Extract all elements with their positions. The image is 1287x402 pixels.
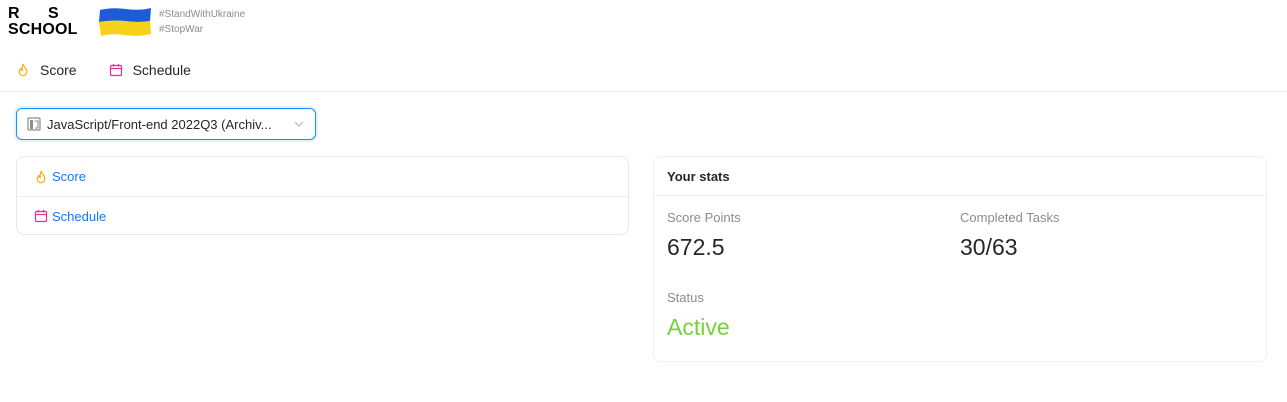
app-header: R S SCHOOL #StandWithUkraine #StopWar Sc…	[0, 0, 1287, 92]
stat-score-points: Score Points 672.5	[667, 210, 741, 261]
nav-label-schedule: Schedule	[132, 62, 191, 78]
course-select[interactable]: JavaScript/Front-end 2022Q3 (Archiv...	[16, 108, 316, 140]
stats-card-title: Your stats	[654, 157, 1266, 196]
stat-completed-tasks: Completed Tasks 30/63	[960, 210, 1059, 261]
logo-school-text: SCHOOL	[8, 21, 78, 38]
tag-standwithukraine: #StandWithUkraine	[159, 9, 246, 20]
link-schedule[interactable]: Schedule	[17, 196, 628, 235]
calendar-icon	[109, 64, 122, 77]
stat-label: Status	[667, 290, 704, 305]
stat-label: Score Points	[667, 210, 741, 225]
logo-letter-s: S	[48, 5, 60, 22]
tag-stopwar: #StopWar	[159, 24, 204, 35]
chevron-down-icon	[294, 121, 304, 127]
course-select-value: JavaScript/Front-end 2022Q3 (Archiv...	[47, 116, 272, 132]
fire-icon	[36, 170, 46, 183]
link-label-schedule: Schedule	[52, 208, 107, 224]
github-icon	[27, 117, 41, 131]
ukraine-flag-icon	[99, 8, 151, 36]
nav-item-schedule[interactable]: Schedule	[109, 62, 191, 78]
logo-letter-r: R	[8, 5, 21, 22]
rs-school-logo[interactable]: R S SCHOOL	[8, 5, 92, 39]
status-badge: Active	[667, 314, 730, 340]
top-nav: Score Schedule	[0, 56, 207, 84]
course-links-list: Score Schedule	[16, 156, 629, 235]
fire-icon	[18, 63, 28, 77]
stat-value: 30/63	[960, 234, 1018, 260]
hashtags: #StandWithUkraine #StopWar	[159, 7, 245, 37]
stats-card: Your stats Score Points 672.5 Completed …	[653, 156, 1267, 362]
calendar-icon	[34, 210, 48, 223]
stat-status: Status Active	[667, 290, 730, 341]
nav-item-score[interactable]: Score	[16, 62, 77, 78]
link-score[interactable]: Score	[17, 157, 628, 196]
link-label-score: Score	[52, 169, 86, 184]
stat-label: Completed Tasks	[960, 210, 1060, 225]
nav-label-score: Score	[40, 62, 77, 78]
stat-value: 672.5	[667, 234, 725, 260]
